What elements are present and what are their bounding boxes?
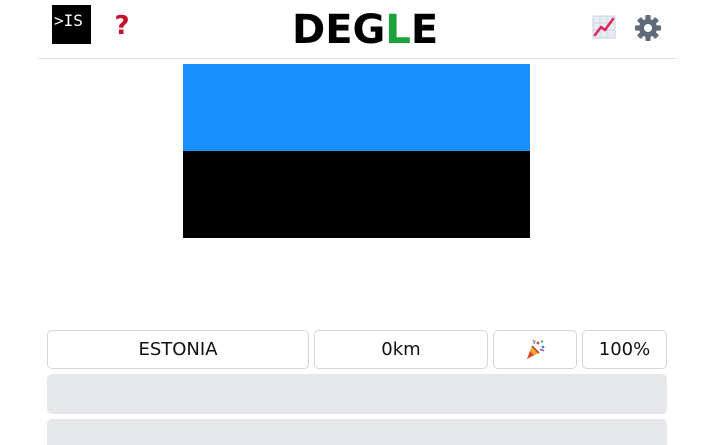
flag-stripe-blue bbox=[183, 64, 530, 151]
logo-text: >IS bbox=[54, 11, 83, 30]
title-part-2: L bbox=[385, 7, 411, 53]
header: >IS ? DEGLE bbox=[38, 0, 677, 59]
chart-icon bbox=[592, 15, 616, 39]
guess-proximity: 100% bbox=[598, 339, 651, 360]
title-part-3: E bbox=[410, 7, 439, 53]
flag-stripe-black bbox=[183, 151, 530, 238]
empty-guess-row bbox=[47, 419, 667, 445]
empty-guess-row bbox=[47, 374, 667, 414]
gear-icon bbox=[635, 15, 661, 41]
question-mark-icon: ? bbox=[114, 11, 130, 41]
guess-proximity-cell: 100% bbox=[582, 330, 667, 369]
help-button[interactable]: ? bbox=[110, 10, 134, 42]
logo-link[interactable]: >IS bbox=[52, 5, 91, 44]
settings-button[interactable] bbox=[634, 14, 662, 42]
guess-distance: 0km bbox=[381, 339, 421, 360]
game-page: >IS ? DEGLE ESTONIA 0km 100% bbox=[0, 0, 712, 445]
guess-country: ESTONIA bbox=[138, 339, 218, 360]
guess-direction-cell bbox=[493, 330, 577, 369]
title-part-1: DEG bbox=[292, 7, 386, 53]
party-popper-icon bbox=[527, 339, 545, 359]
stats-button[interactable] bbox=[592, 15, 616, 39]
game-title: DEGLE bbox=[292, 6, 438, 54]
guess-country-cell: ESTONIA bbox=[47, 330, 309, 369]
guess-distance-cell: 0km bbox=[314, 330, 488, 369]
country-flag bbox=[183, 64, 530, 238]
